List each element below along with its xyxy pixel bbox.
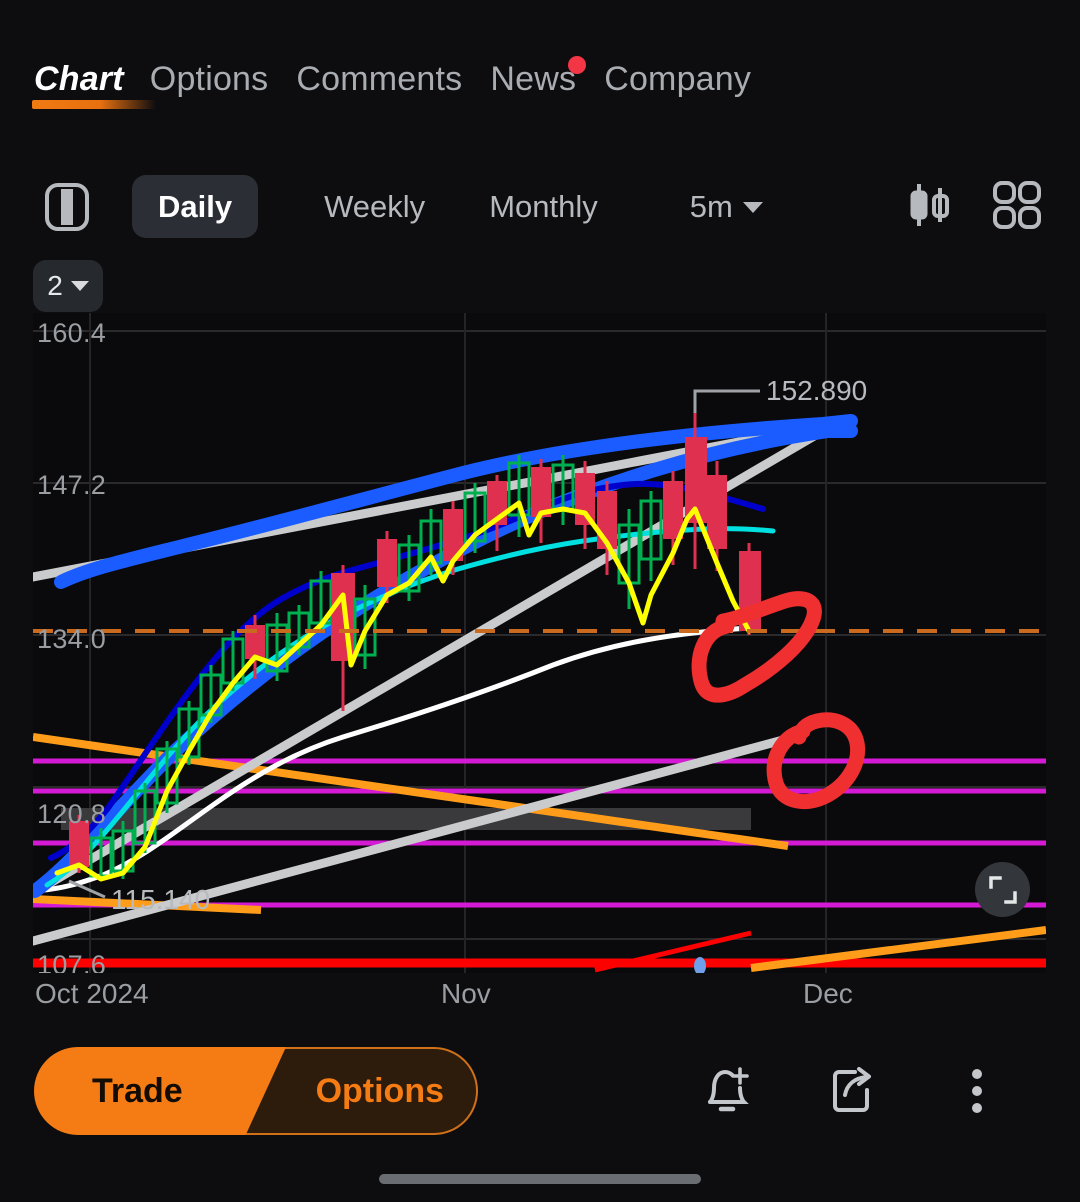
- grid-lines: [33, 313, 1046, 973]
- more-vertical-icon[interactable]: [914, 1062, 1040, 1120]
- chart-toolbar: Daily Weekly Monthly 5m: [0, 172, 1080, 242]
- chart-canvas: [33, 313, 1046, 973]
- bottom-bar-icons: [662, 1062, 1080, 1120]
- indicator-count-label: 2: [47, 270, 63, 301]
- annotation-circle-upper: [691, 591, 822, 703]
- x-tick-dec: Dec: [803, 978, 853, 1009]
- tab-chart[interactable]: Chart: [32, 58, 156, 109]
- trade-options-group: Options Trade: [34, 1047, 478, 1135]
- timeframe-weekly[interactable]: Weekly: [324, 189, 425, 225]
- tab-comments-label: Comments: [296, 60, 463, 98]
- candlestick-icon[interactable]: [906, 180, 954, 235]
- orange-trendlines: [33, 733, 1046, 972]
- chart-layout-icon[interactable]: [44, 182, 90, 232]
- top-nav-tabs: Chart Options Comments News Company: [0, 56, 1080, 136]
- timeframe-daily-wrap: Daily: [132, 175, 259, 238]
- indicator-count-dropdown[interactable]: 2: [33, 260, 103, 312]
- tab-options-label: Options: [149, 60, 269, 98]
- home-indicator: [379, 1174, 701, 1184]
- active-tab-underline: [32, 100, 156, 109]
- trade-button-label: Trade: [92, 1071, 183, 1110]
- price-callout-low: 115.140: [111, 884, 211, 915]
- toolbar-right-icons: [906, 180, 1080, 235]
- expand-icon: [988, 875, 1017, 904]
- interval-dropdown[interactable]: 5m: [690, 189, 763, 225]
- timeframe-daily[interactable]: Daily: [132, 175, 259, 238]
- tab-options[interactable]: Options: [150, 58, 297, 100]
- tab-news[interactable]: News: [490, 56, 604, 100]
- interval-label: 5m: [689, 189, 733, 224]
- trade-button[interactable]: Trade: [34, 1047, 286, 1135]
- bottom-action-bar: Options Trade: [0, 1030, 1080, 1152]
- chevron-down-icon: [742, 201, 763, 213]
- timeframe-monthly[interactable]: Monthly: [489, 189, 598, 225]
- x-axis: Oct 2024 Nov Dec: [33, 978, 1046, 1018]
- tab-comments[interactable]: Comments: [296, 58, 490, 100]
- layout-grid-icon[interactable]: [992, 180, 1042, 235]
- news-notification-dot: [568, 56, 587, 74]
- tab-company-label: Company: [604, 60, 752, 98]
- x-tick-oct: Oct 2024: [35, 978, 149, 1009]
- bell-plus-icon[interactable]: [662, 1062, 788, 1120]
- tab-news-label: News: [490, 60, 577, 98]
- share-icon[interactable]: [788, 1062, 914, 1120]
- chart-screen: Chart Options Comments News Company Dail…: [0, 0, 1080, 1202]
- x-tick-nov: Nov: [441, 978, 491, 1009]
- chevron-down-icon: [70, 281, 89, 291]
- tab-chart-label: Chart: [34, 60, 124, 98]
- options-button-label: Options: [315, 1071, 444, 1110]
- tab-company[interactable]: Company: [604, 58, 779, 100]
- price-callout-high: 152.890: [766, 375, 868, 406]
- price-chart[interactable]: 160.4 147.2 134.0 120.8 107.6 152.890 11…: [33, 313, 1046, 973]
- fullscreen-button[interactable]: [975, 862, 1030, 917]
